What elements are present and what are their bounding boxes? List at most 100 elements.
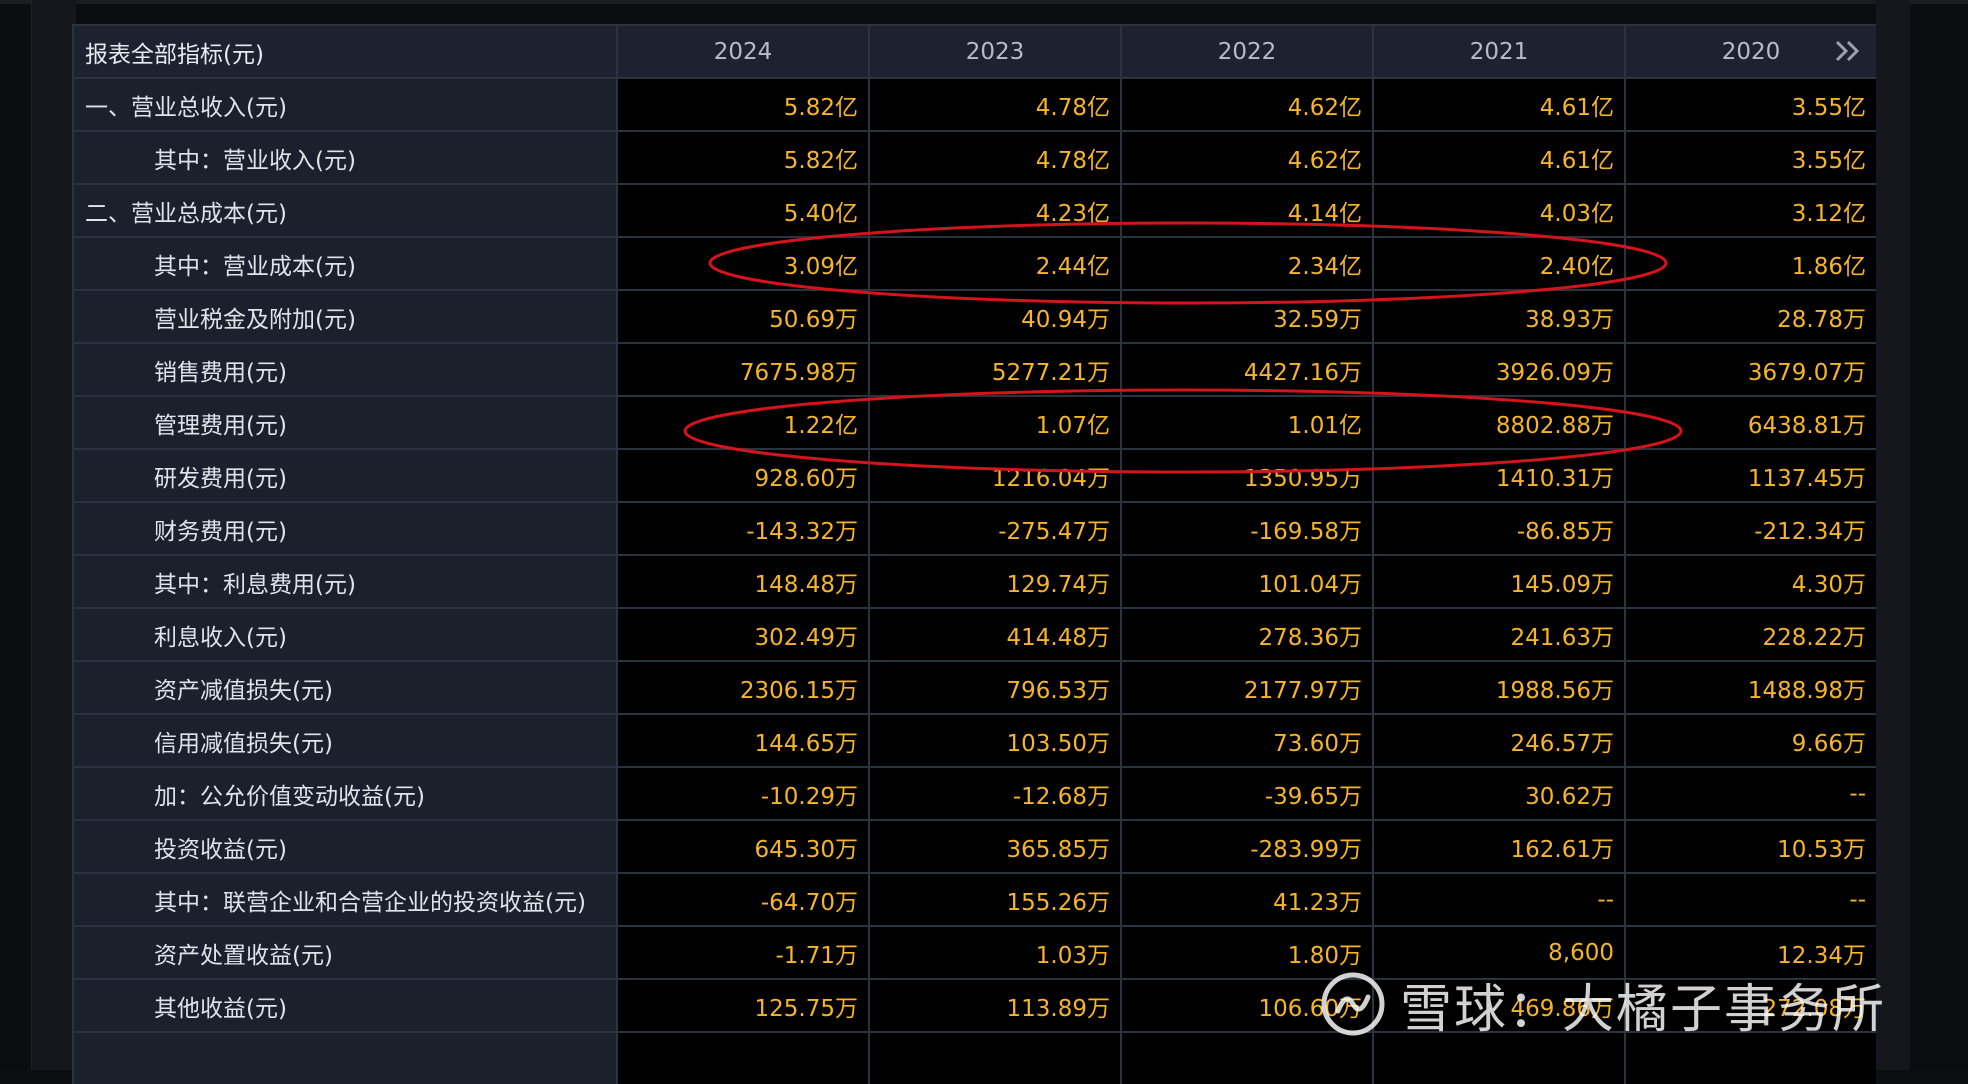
value-cell: 1.86亿 <box>1624 236 1876 291</box>
table-row[interactable]: 其他收益(元) 125.75万 113.89万 106.60万 469.86万 272.0… <box>72 978 1876 1033</box>
table-row[interactable]: 销售费用(元) 7675.98万 5277.21万 4427.16万 3926.09万 3… <box>72 342 1876 397</box>
value-cell: 8802.88万 <box>1372 395 1626 450</box>
value-cell: 41.23万 <box>1120 872 1374 927</box>
row-label: 资产减值损失(元) <box>72 660 618 715</box>
value-cell: 4.61亿 <box>1372 130 1626 185</box>
value-cell: 228.22万 <box>1624 607 1876 662</box>
header-label: 报表全部指标(元) <box>72 24 618 79</box>
value-cell: -12.68万 <box>868 766 1122 821</box>
value-cell: 365.85万 <box>868 819 1122 874</box>
table-row[interactable]: 其中：营业成本(元) 3.09亿 2.44亿 2.34亿 2.40亿 1.86亿 <box>72 236 1876 291</box>
value-cell: 2177.97万 <box>1120 660 1374 715</box>
value-cell: 125.75万 <box>616 978 870 1033</box>
row-label: 其中：营业收入(元) <box>72 130 618 185</box>
table-row[interactable]: 财务费用(元) -143.32万 -275.47万 -169.58万 -86.85万 -2… <box>72 501 1876 556</box>
table-row[interactable] <box>72 1031 1876 1084</box>
value-cell: 4.62亿 <box>1120 130 1374 185</box>
value-cell: 645.30万 <box>616 819 870 874</box>
value-cell: 5.82亿 <box>616 130 870 185</box>
table-row[interactable]: 其中：营业收入(元) 5.82亿 4.78亿 4.62亿 4.61亿 3.55亿 <box>72 130 1876 185</box>
value-cell: 129.74万 <box>868 554 1122 609</box>
row-label: 利息收入(元) <box>72 607 618 662</box>
year-header-text: 2020 <box>1721 38 1781 65</box>
row-label: 其中：利息费用(元) <box>72 554 618 609</box>
right-scroll-rail[interactable] <box>1876 0 1910 1070</box>
value-cell: 10.53万 <box>1624 819 1876 874</box>
value-cell: 278.36万 <box>1120 607 1374 662</box>
value-cell: 4.23亿 <box>868 183 1122 238</box>
value-cell: 50.69万 <box>616 289 870 344</box>
table-row[interactable]: 利息收入(元) 302.49万 414.48万 278.36万 241.63万 228.2… <box>72 607 1876 662</box>
table-row[interactable]: 加：公允价值变动收益(元) -10.29万 -12.68万 -39.65万 30.62万… <box>72 766 1876 821</box>
value-cell: -- <box>1372 872 1626 927</box>
row-label: 资产处置收益(元) <box>72 925 618 980</box>
value-cell: -1.71万 <box>616 925 870 980</box>
value-cell <box>1624 1031 1876 1084</box>
value-cell: 5.40亿 <box>616 183 870 238</box>
value-cell: 1988.56万 <box>1372 660 1626 715</box>
value-cell: 113.89万 <box>868 978 1122 1033</box>
table-row[interactable]: 其中：联营企业和合营企业的投资收益(元) -64.70万 155.26万 41.23万… <box>72 872 1876 927</box>
value-cell: 32.59万 <box>1120 289 1374 344</box>
row-label: 信用减值损失(元) <box>72 713 618 768</box>
value-cell: 246.57万 <box>1372 713 1626 768</box>
row-label: 研发费用(元) <box>72 448 618 503</box>
year-header[interactable]: 2021 <box>1372 24 1626 79</box>
double-chevron-right-icon[interactable] <box>1834 36 1862 66</box>
value-cell: 1488.98万 <box>1624 660 1876 715</box>
value-cell: 3926.09万 <box>1372 342 1626 397</box>
value-cell: 1410.31万 <box>1372 448 1626 503</box>
row-label: 投资收益(元) <box>72 819 618 874</box>
row-label: 管理费用(元) <box>72 395 618 450</box>
value-cell: 4.14亿 <box>1120 183 1374 238</box>
table-row[interactable]: 管理费用(元) 1.22亿 1.07亿 1.01亿 8802.88万 6438.81万 <box>72 395 1876 450</box>
value-cell: 7675.98万 <box>616 342 870 397</box>
year-header[interactable]: 2023 <box>868 24 1122 79</box>
value-cell: 4427.16万 <box>1120 342 1374 397</box>
value-cell: 3.09亿 <box>616 236 870 291</box>
row-label: 加：公允价值变动收益(元) <box>72 766 618 821</box>
value-cell: 2.34亿 <box>1120 236 1374 291</box>
value-cell: -64.70万 <box>616 872 870 927</box>
value-cell: 4.62亿 <box>1120 77 1374 132</box>
app-window: 报表全部指标(元) 2024 2023 2022 2021 2020 一、营业总… <box>0 0 1968 1084</box>
value-cell <box>616 1031 870 1084</box>
row-label: 其中：营业成本(元) <box>72 236 618 291</box>
table-row[interactable]: 资产减值损失(元) 2306.15万 796.53万 2177.97万 1988.56万… <box>72 660 1876 715</box>
value-cell: 469.86万 <box>1372 978 1626 1033</box>
table-row[interactable]: 资产处置收益(元) -1.71万 1.03万 1.80万 8,600 12.34万 <box>72 925 1876 980</box>
row-label: 一、营业总收入(元) <box>72 77 618 132</box>
value-cell: 796.53万 <box>868 660 1122 715</box>
row-label <box>72 1031 618 1084</box>
table-row[interactable]: 二、营业总成本(元) 5.40亿 4.23亿 4.14亿 4.03亿 3.12亿 <box>72 183 1876 238</box>
value-cell: 3.12亿 <box>1624 183 1876 238</box>
year-header[interactable]: 2024 <box>616 24 870 79</box>
value-cell: 3.55亿 <box>1624 77 1876 132</box>
value-cell: 1.07亿 <box>868 395 1122 450</box>
table-body: 一、营业总收入(元) 5.82亿 4.78亿 4.62亿 4.61亿 3.55亿 其中：营业… <box>72 77 1876 1084</box>
row-label: 财务费用(元) <box>72 501 618 556</box>
value-cell: 148.48万 <box>616 554 870 609</box>
year-header[interactable]: 2022 <box>1120 24 1374 79</box>
value-cell: 4.78亿 <box>868 130 1122 185</box>
row-label: 其中：联营企业和合营企业的投资收益(元) <box>72 872 618 927</box>
value-cell: 9.66万 <box>1624 713 1876 768</box>
value-cell: 155.26万 <box>868 872 1122 927</box>
table-row[interactable]: 一、营业总收入(元) 5.82亿 4.78亿 4.62亿 4.61亿 3.55亿 <box>72 77 1876 132</box>
value-cell: 1.80万 <box>1120 925 1374 980</box>
financial-table-container: 报表全部指标(元) 2024 2023 2022 2021 2020 一、营业总… <box>72 24 1876 1084</box>
table-row[interactable]: 研发费用(元) 928.60万 1216.04万 1350.95万 1410.31万 11… <box>72 448 1876 503</box>
value-cell: 2.44亿 <box>868 236 1122 291</box>
value-cell: 12.34万 <box>1624 925 1876 980</box>
header-row: 报表全部指标(元) 2024 2023 2022 2021 2020 <box>72 24 1876 79</box>
value-cell: 414.48万 <box>868 607 1122 662</box>
value-cell: 3.55亿 <box>1624 130 1876 185</box>
year-header-last[interactable]: 2020 <box>1624 24 1876 79</box>
table-row[interactable]: 营业税金及附加(元) 50.69万 40.94万 32.59万 38.93万 28.78万 <box>72 289 1876 344</box>
value-cell: -39.65万 <box>1120 766 1374 821</box>
table-row[interactable]: 信用减值损失(元) 144.65万 103.50万 73.60万 246.57万 9.66… <box>72 713 1876 768</box>
value-cell: 4.61亿 <box>1372 77 1626 132</box>
table-row[interactable]: 其中：利息费用(元) 148.48万 129.74万 101.04万 145.09万 4.… <box>72 554 1876 609</box>
value-cell: 103.50万 <box>868 713 1122 768</box>
table-row[interactable]: 投资收益(元) 645.30万 365.85万 -283.99万 162.61万 10.5… <box>72 819 1876 874</box>
